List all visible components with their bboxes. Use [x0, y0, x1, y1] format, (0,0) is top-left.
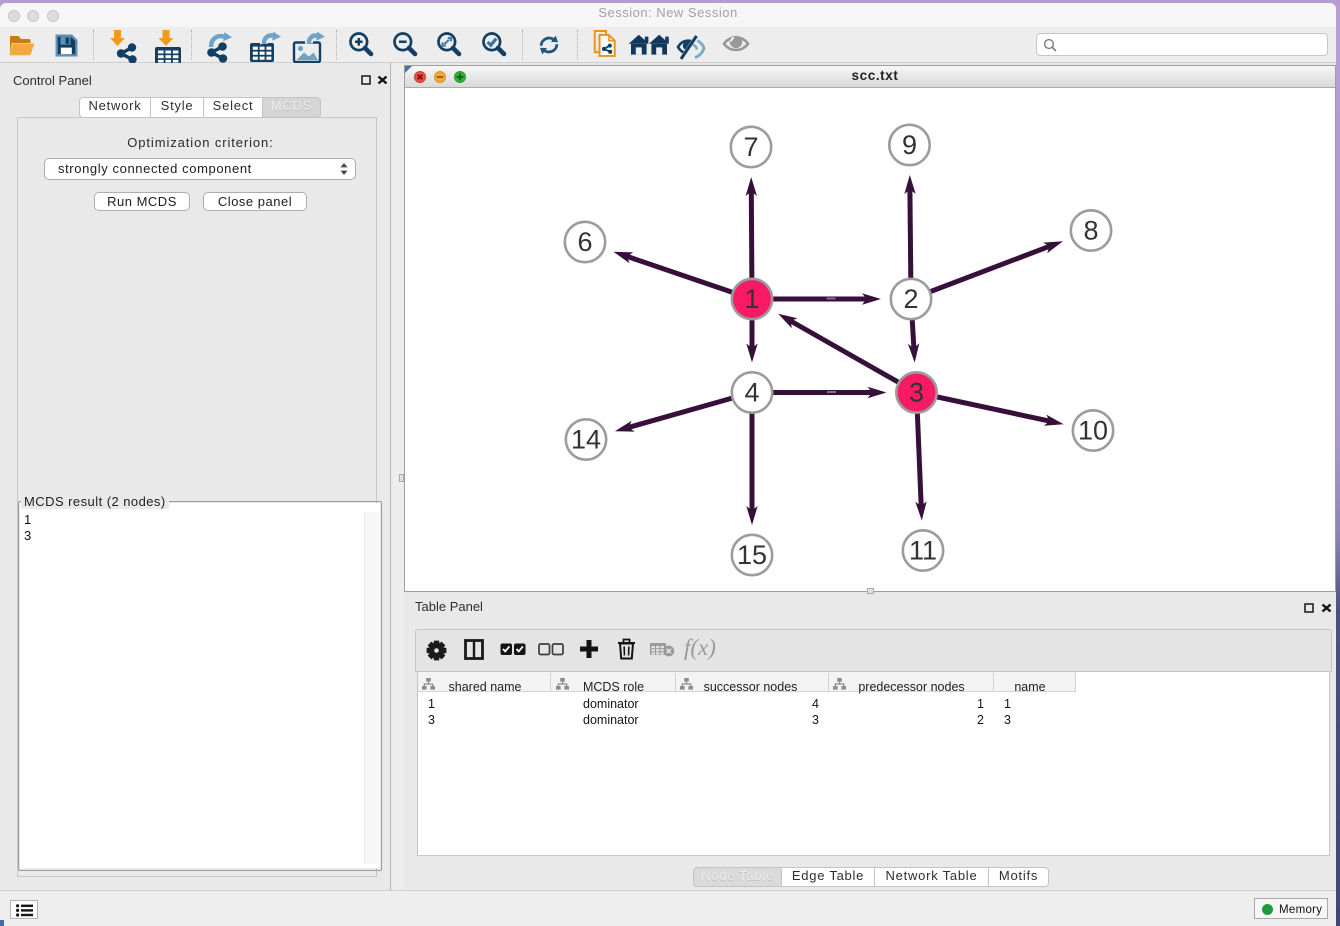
svg-text:15: 15	[737, 540, 767, 570]
svg-text:1: 1	[744, 284, 759, 314]
svg-text:6: 6	[577, 227, 592, 257]
svg-text:8: 8	[1083, 216, 1098, 246]
svg-text:2: 2	[903, 284, 918, 314]
svg-text:14: 14	[571, 425, 601, 455]
svg-text:9: 9	[902, 130, 917, 160]
svg-text:3: 3	[909, 378, 924, 408]
svg-text:10: 10	[1078, 416, 1108, 446]
svg-text:4: 4	[744, 378, 759, 408]
svg-text:7: 7	[743, 132, 758, 162]
svg-text:11: 11	[909, 536, 937, 566]
